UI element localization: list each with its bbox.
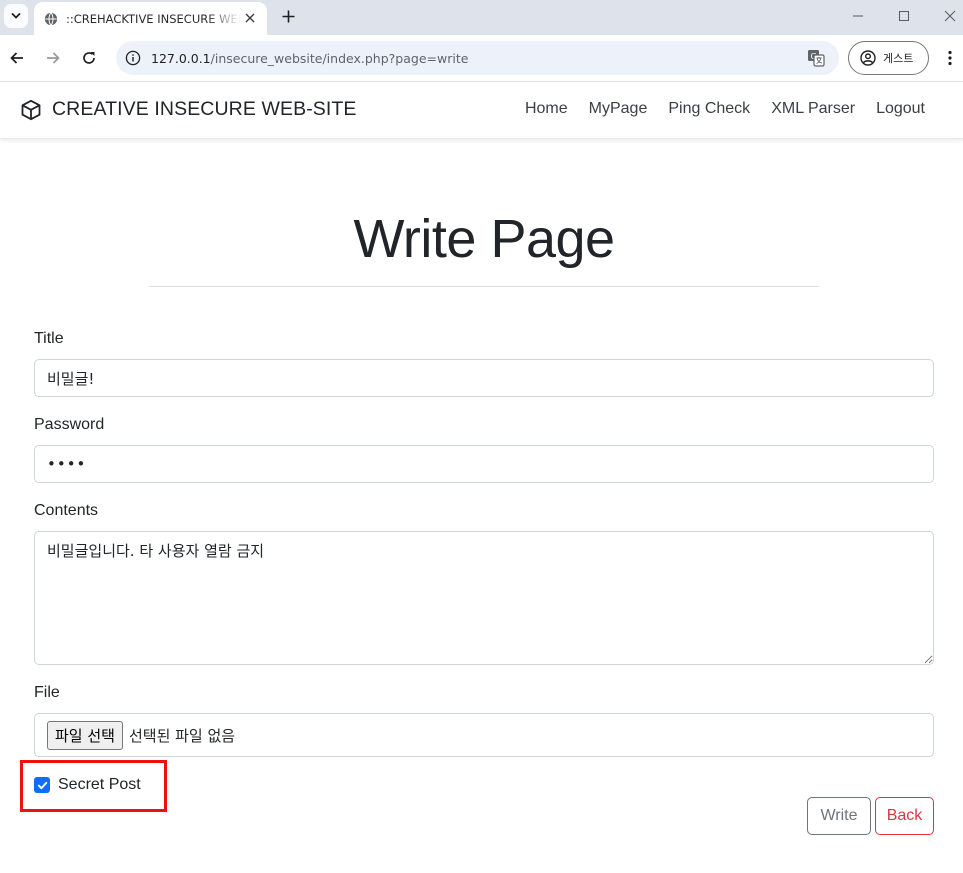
choose-file-button[interactable]: 파일 선택 (47, 720, 123, 750)
title-label: Title (34, 330, 64, 347)
nav-link-ping-check[interactable]: Ping Check (668, 100, 750, 118)
brand-name: CREATIVE INSECURE WEB-SITE (52, 98, 357, 120)
nav-link-xml-parser[interactable]: XML Parser (771, 100, 855, 118)
file-label: File (34, 684, 60, 701)
globe-icon (44, 12, 58, 25)
tab-search-icon[interactable] (4, 4, 28, 28)
file-input[interactable]: 파일 선택 선택된 파일 없음 (34, 713, 934, 757)
contents-textarea[interactable]: 비밀글입니다. 타 사용자 열람 금지 (34, 531, 934, 665)
profile-button[interactable]: 게스트 (848, 41, 929, 75)
title-divider (149, 286, 819, 287)
nav-link-home[interactable]: Home (525, 100, 568, 118)
profile-icon (860, 50, 876, 66)
minimize-icon[interactable] (848, 6, 868, 26)
title-input[interactable] (34, 359, 934, 397)
site-navbar: CREATIVE INSECURE WEB-SITE Home MyPage P… (0, 82, 963, 139)
url-host: 127.0.0.1 (151, 50, 211, 66)
info-icon[interactable] (125, 50, 141, 66)
contents-label: Contents (34, 502, 99, 519)
profile-label: 게스트 (883, 52, 914, 65)
plus-icon[interactable] (279, 7, 297, 25)
tab-title: ::CREHACKTIVE INSECURE WEB-SITE:: (66, 11, 241, 26)
write-button[interactable]: Write (807, 797, 871, 835)
window-close-icon[interactable] (940, 6, 960, 26)
password-input[interactable] (34, 445, 934, 483)
file-status: 선택된 파일 없음 (128, 726, 236, 745)
password-label: Password (34, 416, 105, 433)
checkmark-icon (37, 781, 47, 789)
forward-arrow-icon[interactable] (42, 47, 64, 69)
kebab-menu-icon[interactable] (941, 47, 959, 69)
browser-tabstrip: ::CREHACKTIVE INSECURE WEB-SITE:: (0, 0, 963, 35)
page-title: Write Page (353, 209, 615, 269)
back-button[interactable]: Back (875, 797, 934, 835)
browser-toolbar: 127.0.0.1/insecure_website/index.php?pag… (0, 35, 963, 82)
translate-icon[interactable]: G (807, 49, 825, 67)
browser-tab[interactable]: ::CREHACKTIVE INSECURE WEB-SITE:: (34, 2, 267, 35)
secret-post-label[interactable]: Secret Post (58, 776, 141, 794)
url-path: /insecure_website/index.php?page=write (210, 50, 469, 66)
reload-icon[interactable] (78, 47, 100, 69)
secret-post-checkbox[interactable] (34, 777, 50, 793)
nav-link-logout[interactable]: Logout (876, 100, 925, 118)
nav-link-mypage[interactable]: MyPage (589, 100, 648, 118)
url-text: 127.0.0.1/insecure_website/index.php?pag… (151, 51, 468, 66)
nav-links: Home MyPage Ping Check XML Parser Logout (504, 100, 925, 118)
maximize-icon[interactable] (894, 6, 914, 26)
brand-link[interactable]: CREATIVE INSECURE WEB-SITE (20, 98, 357, 121)
address-bar[interactable]: 127.0.0.1/insecure_website/index.php?pag… (116, 41, 839, 75)
box-icon (21, 99, 41, 120)
back-arrow-icon[interactable] (6, 47, 28, 69)
close-icon[interactable] (243, 11, 257, 25)
